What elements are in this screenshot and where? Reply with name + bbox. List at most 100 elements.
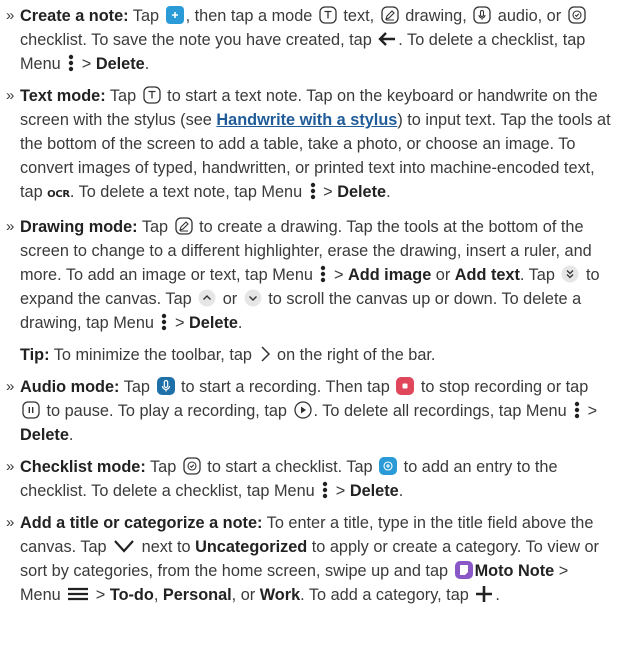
text: or xyxy=(431,266,455,284)
text: Tap xyxy=(137,218,173,236)
uncategorized-label: Uncategorized xyxy=(195,538,308,556)
list-item-audio-mode: » Audio mode: Tap to start a recording. … xyxy=(6,375,611,447)
hamburger-menu-icon xyxy=(67,585,89,603)
scroll-up-icon xyxy=(198,289,216,307)
text: Tap xyxy=(128,7,164,25)
item-content: Create a note: Tap , then tap a mode tex… xyxy=(20,4,611,76)
text: > xyxy=(331,482,350,500)
play-icon xyxy=(293,401,312,419)
expand-canvas-icon xyxy=(561,265,579,283)
text: , then tap a mode xyxy=(185,7,317,25)
bullet: » xyxy=(6,87,15,104)
bullet: » xyxy=(6,7,15,24)
text: > xyxy=(170,314,190,332)
text: > xyxy=(77,55,96,73)
bullet: » xyxy=(6,514,15,531)
tip: Tip: To minimize the toolbar, tap on the… xyxy=(20,343,611,367)
menu-dots-icon xyxy=(67,54,75,72)
list-item-title-category: » Add a title or categorize a note: To e… xyxy=(6,511,611,607)
text: . To add a category, tap xyxy=(300,586,474,604)
chevron-down-icon xyxy=(113,537,135,555)
text: , xyxy=(153,586,163,604)
delete-label: Delete xyxy=(349,482,399,500)
list-item-create-note: » Create a note: Tap , then tap a mode t… xyxy=(6,4,611,76)
text: Tap xyxy=(145,458,181,476)
plus-icon xyxy=(475,585,493,603)
delete-label: Delete xyxy=(95,55,145,73)
text: to stop recording or tap xyxy=(416,378,589,396)
checklist-mode-icon xyxy=(183,457,201,475)
checklist-mode-icon xyxy=(568,6,586,24)
list-item-checklist-mode: » Checklist mode: Tap to start a checkli… xyxy=(6,455,611,503)
scroll-down-icon xyxy=(244,289,262,307)
text: . xyxy=(144,55,150,73)
menu-dots-icon xyxy=(309,182,317,200)
create-note-title: Create a note: xyxy=(20,7,129,25)
delete-label: Delete xyxy=(337,183,387,201)
ocr-icon: OCR xyxy=(47,189,70,200)
text: > xyxy=(318,183,338,201)
plus-square-icon xyxy=(165,6,184,24)
menu-dots-icon xyxy=(319,265,327,283)
text: checklist. To save the note you have cre… xyxy=(20,31,377,49)
item-content: Add a title or categorize a note: To ent… xyxy=(20,511,611,607)
text: drawing, xyxy=(400,7,472,25)
text: text, xyxy=(338,7,379,25)
item-content: Text mode: Tap to start a text note. Tap… xyxy=(20,84,611,207)
text: > xyxy=(583,402,598,420)
moto-note-label: Moto Note xyxy=(474,562,555,580)
todo-label: To-do xyxy=(109,586,154,604)
text: > xyxy=(329,266,349,284)
menu-dots-icon xyxy=(573,401,581,419)
drawing-mode-title: Drawing mode: xyxy=(20,218,138,236)
item-content: Audio mode: Tap to start a recording. Th… xyxy=(20,375,611,447)
text: on the right of the bar. xyxy=(272,346,436,364)
text: to pause. To play a recording, tap xyxy=(42,402,292,420)
text: next to xyxy=(137,538,196,556)
tip-title: Tip: xyxy=(20,346,50,364)
text: To minimize the toolbar, tap xyxy=(49,346,257,364)
audio-mode-title: Audio mode: xyxy=(20,378,120,396)
bullet: » xyxy=(6,378,15,395)
add-text-label: Add text xyxy=(454,266,520,284)
personal-label: Personal xyxy=(162,586,232,604)
list-item-drawing-mode: » Drawing mode: Tap to create a drawing.… xyxy=(6,215,611,335)
moto-note-app-icon xyxy=(454,561,473,579)
text: to start a checklist. Tap xyxy=(202,458,378,476)
text: , or xyxy=(231,586,260,604)
drawing-mode-icon xyxy=(381,6,399,24)
page: » Create a note: Tap , then tap a mode t… xyxy=(0,0,617,607)
bullet: » xyxy=(6,458,15,475)
text-mode-title: Text mode: xyxy=(20,87,106,105)
delete-label: Delete xyxy=(189,314,238,332)
chevron-right-icon xyxy=(259,345,271,363)
delete-label: Delete xyxy=(20,426,69,444)
pause-icon xyxy=(22,401,40,419)
text: > xyxy=(91,586,110,604)
checklist-mode-title: Checklist mode: xyxy=(20,458,146,476)
text: . xyxy=(237,314,243,332)
text: or xyxy=(218,290,242,308)
stop-icon xyxy=(396,377,415,395)
microphone-icon xyxy=(156,377,175,395)
item-content: Drawing mode: Tap to create a drawing. T… xyxy=(20,215,611,335)
text: . xyxy=(398,482,404,500)
back-arrow-icon xyxy=(378,30,396,48)
menu-dots-icon xyxy=(160,313,168,331)
text: . Tap xyxy=(519,266,560,284)
add-entry-icon xyxy=(379,457,398,475)
handwrite-link[interactable]: Handwrite with a stylus xyxy=(216,111,397,129)
text: audio, or xyxy=(493,7,566,25)
menu-dots-icon xyxy=(321,481,329,499)
drawing-mode-icon xyxy=(174,217,193,235)
text-mode-icon xyxy=(319,6,337,24)
text: Tap xyxy=(119,378,155,396)
text: to start a recording. Then tap xyxy=(176,378,395,396)
text: . xyxy=(495,586,500,604)
work-label: Work xyxy=(259,586,301,604)
text: Tap xyxy=(105,87,141,105)
audio-mode-icon xyxy=(473,6,491,24)
add-image-label: Add image xyxy=(348,266,432,284)
bullet: » xyxy=(6,218,15,235)
text: . xyxy=(68,426,74,444)
